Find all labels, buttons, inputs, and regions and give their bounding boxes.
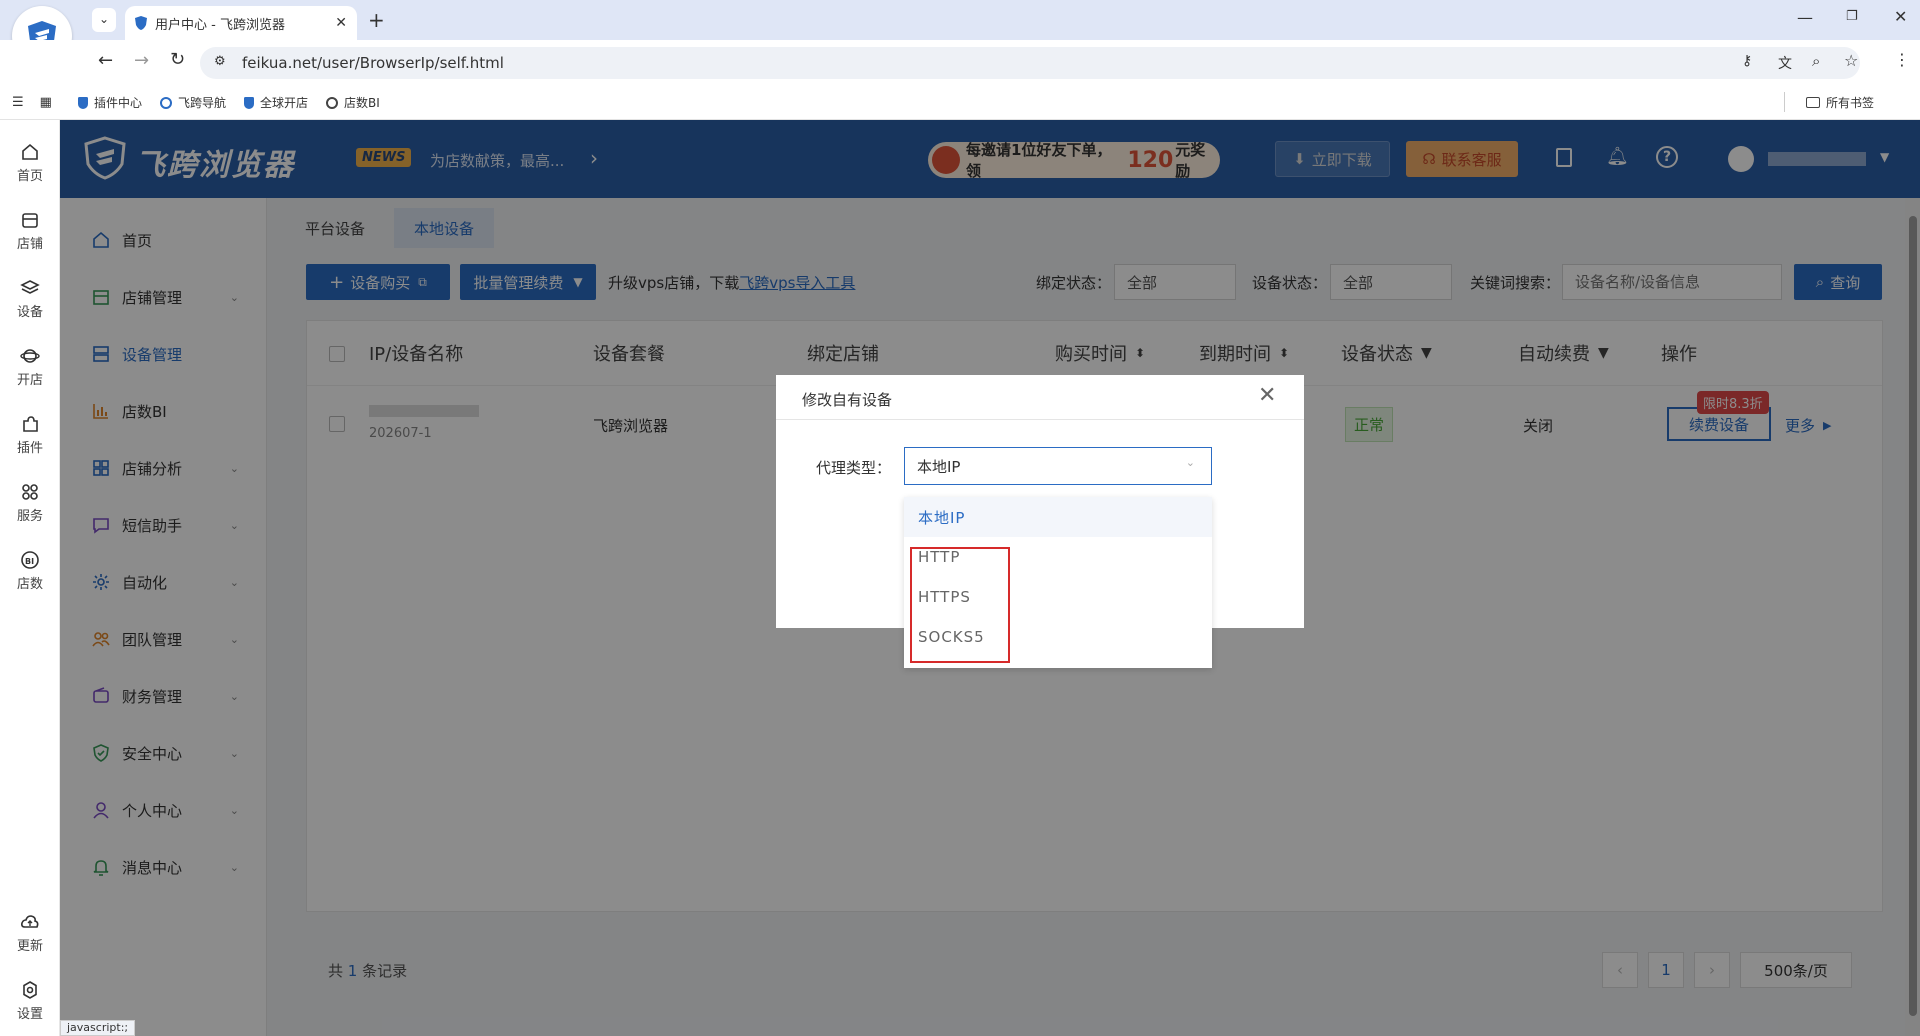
chevron-down-icon: ⌄ [1185, 456, 1195, 469]
globe-icon [326, 96, 338, 109]
shield-icon [77, 96, 88, 109]
tab-favicon-icon [135, 16, 147, 30]
back-icon[interactable]: ← [98, 50, 113, 71]
all-bookmarks-label: 所有书签 [1826, 96, 1875, 110]
restore-icon[interactable]: ❐ [1846, 9, 1858, 24]
c-logo-icon [159, 96, 172, 109]
left-rail: 首页 店铺 设备 开店 插件 服务 BI 店数 更新 设置 [0, 120, 60, 1036]
rail-item-home[interactable]: 首页 [0, 142, 60, 184]
rail-item-plugin[interactable]: 插件 [0, 414, 60, 456]
proxy-type-select[interactable]: 本地IP ⌄ [904, 447, 1212, 485]
sidebar-toggle-icon[interactable]: ☰ [12, 95, 24, 110]
rail-item-update[interactable]: 更新 [0, 912, 60, 954]
rail-item-settings[interactable]: 设置 [0, 980, 60, 1022]
new-tab-icon[interactable]: + [368, 8, 385, 32]
minimize-icon[interactable]: — [1797, 8, 1813, 27]
rail-label: 店数 [16, 577, 43, 592]
close-dialog-icon[interactable]: ✕ [1258, 383, 1276, 408]
rail-label: 服务 [16, 509, 43, 524]
rail-label: 开店 [16, 373, 43, 388]
folder-icon [1806, 97, 1820, 108]
browser-menu-icon[interactable]: ⋮ [1894, 50, 1910, 69]
rail-item-store[interactable]: 店铺 [0, 210, 60, 252]
bookmark-label: 店数BI [344, 96, 380, 110]
translate-icon[interactable]: 文 [1778, 53, 1792, 73]
bookmark-item[interactable]: 店数BI [326, 94, 380, 111]
url-text: feikua.net/user/BrowserIp/self.html [242, 54, 504, 72]
bookmarks-bar: ☰ ▦ 插件中心 飞跨导航 全球开店 店数BI 所有书签 [0, 84, 1920, 120]
rail-item-bi[interactable]: BI 店数 [0, 550, 60, 592]
home-icon [22, 143, 38, 160]
url-input[interactable]: ⚙ feikua.net/user/BrowserIp/self.html ⚷ … [200, 47, 1860, 79]
bookmark-star-icon[interactable]: ☆ [1844, 51, 1858, 70]
close-tab-icon[interactable]: ✕ [335, 15, 347, 31]
planet-icon [20, 349, 40, 363]
apps-grid-icon[interactable]: ▦ [40, 95, 52, 110]
proxy-type-label: 代理类型： [816, 459, 892, 477]
rail-label: 更新 [16, 939, 43, 954]
option-label: 本地IP [918, 508, 966, 527]
rail-label: 店铺 [16, 237, 43, 252]
key-icon[interactable]: ⚷ [1742, 53, 1752, 69]
dialog-title: 修改自有设备 [802, 391, 893, 409]
site-info-icon[interactable]: ⚙ [214, 54, 226, 69]
dialog-header-divider [776, 419, 1304, 420]
proxy-type-dropdown: 本地IP HTTP HTTPS SOCKS5 [904, 497, 1212, 668]
rail-label: 设置 [16, 1007, 43, 1022]
gear-icon [23, 981, 37, 999]
bi-icon: BI [21, 551, 39, 569]
all-bookmarks-button[interactable]: 所有书签 [1806, 94, 1874, 111]
puzzle-icon [23, 416, 38, 432]
bookmark-item[interactable]: 全球开店 [243, 94, 308, 111]
store-icon [22, 213, 38, 228]
rail-label: 首页 [16, 169, 43, 184]
close-window-icon[interactable]: ✕ [1894, 7, 1907, 26]
bookmarks-divider [1784, 92, 1785, 112]
option-local-ip[interactable]: 本地IP [904, 497, 1212, 537]
status-url: javascript:; [60, 1020, 136, 1036]
forward-icon[interactable]: → [134, 50, 149, 71]
bookmark-item[interactable]: 飞跨导航 [159, 94, 226, 111]
rail-label: 设备 [16, 305, 43, 320]
reload-icon[interactable]: ↻ [170, 49, 185, 70]
browser-tab-strip: ⌄ 用户中心 - 飞跨浏览器 ✕ + — ❐ ✕ [0, 0, 1920, 66]
address-bar-row: ← → ↻ ⚙ feikua.net/user/BrowserIp/self.h… [0, 40, 1920, 84]
browser-tab-active[interactable]: 用户中心 - 飞跨浏览器 ✕ [125, 6, 357, 40]
proxy-type-value: 本地IP [917, 457, 961, 476]
zoom-icon[interactable]: ⌕ [1812, 52, 1820, 70]
rail-label: 插件 [16, 441, 43, 456]
grid-icon [22, 484, 38, 500]
cloud-upload-icon [21, 915, 39, 928]
rail-item-device[interactable]: 设备 [0, 278, 60, 320]
highlight-box [910, 547, 1010, 663]
bookmark-label: 飞跨导航 [177, 96, 226, 110]
layers-icon [20, 280, 40, 294]
bookmark-label: 插件中心 [93, 96, 142, 110]
rail-item-open-store[interactable]: 开店 [0, 346, 60, 388]
bookmark-label: 全球开店 [259, 96, 308, 110]
bookmark-item[interactable]: 插件中心 [77, 94, 142, 111]
tab-search-button[interactable]: ⌄ [92, 8, 116, 32]
shield-icon [243, 96, 254, 109]
svg-text:BI: BI [25, 557, 34, 566]
tab-title: 用户中心 - 飞跨浏览器 [155, 17, 285, 33]
rail-item-service[interactable]: 服务 [0, 482, 60, 524]
